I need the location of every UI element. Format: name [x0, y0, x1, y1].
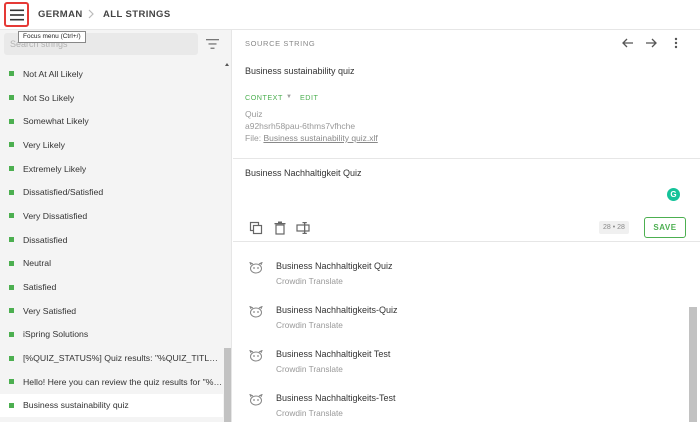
list-item[interactable]: Very Dissatisfied	[0, 204, 223, 228]
list-item[interactable]: Not At All Likely	[0, 62, 223, 86]
list-item[interactable]: Hello! Here you can review the quiz resu…	[0, 370, 223, 394]
context-toggle[interactable]: CONTEXT	[245, 93, 283, 102]
crowdin-translate-icon	[249, 350, 263, 362]
translated-status-icon	[9, 402, 14, 408]
list-item[interactable]: Dissatisfied	[0, 228, 223, 252]
translated-status-icon	[9, 189, 14, 195]
translated-status-icon	[9, 284, 14, 290]
translated-status-icon	[9, 379, 14, 385]
focus-menu-tooltip: Focus menu (Ctrl+/)	[18, 31, 86, 43]
crowdin-translate-icon	[249, 262, 263, 274]
translated-status-icon	[9, 237, 14, 243]
translated-status-icon	[9, 213, 14, 219]
file-info: File: Business sustainability quiz.xlf	[245, 133, 378, 143]
list-item-label: [%QUIZ_STATUS%] Quiz results: "%QUIZ_TIT…	[23, 353, 223, 364]
context-name: Quiz	[245, 109, 263, 119]
list-item-label: Not So Likely	[23, 92, 75, 103]
list-item-label: Satisfied	[23, 282, 57, 293]
translated-status-icon	[9, 71, 14, 77]
suggestion-text: Business Nachhaltigkeits-Test	[276, 393, 396, 403]
list-item-label: Dissatisfied/Satisfied	[23, 187, 104, 198]
list-item-label: Dissatisfied	[23, 234, 68, 245]
translation-suggestions: Business Nachhaltigkeit Quiz Crowdin Tra…	[233, 243, 700, 422]
list-item-label: Very Dissatisfied	[23, 210, 88, 221]
list-item[interactable]: Very Likely	[0, 133, 223, 157]
translated-status-icon	[9, 166, 14, 172]
breadcrumb-all-strings[interactable]: ALL STRINGS	[103, 9, 171, 20]
more-options-icon[interactable]	[669, 36, 683, 50]
list-item-label: Business sustainability quiz	[23, 400, 129, 411]
source-string-text: Business sustainability quiz	[245, 66, 355, 76]
suggestion-source: Crowdin Translate	[276, 320, 343, 330]
strings-list: Not At All Likely Not So Likely Somewhat…	[0, 62, 223, 418]
suggestion-item[interactable]: Business Nachhaltigkeits-Test Crowdin Tr…	[233, 384, 685, 422]
context-id: a92hsrh58pau-6thms7vfhche	[245, 121, 356, 131]
suggestion-text: Business Nachhaltigkeits-Quiz	[276, 305, 398, 315]
scroll-up-arrow-icon[interactable]	[225, 63, 229, 66]
suggestion-item[interactable]: Business Nachhaltigkeit Test Crowdin Tra…	[233, 340, 685, 384]
translation-input-text[interactable]: Business Nachhaltigkeit Quiz	[245, 168, 362, 178]
list-item[interactable]: iSpring Solutions	[0, 323, 223, 347]
translated-status-icon	[9, 331, 14, 337]
list-item-label: Extremely Likely	[23, 163, 87, 174]
list-item[interactable]: Satisfied	[0, 275, 223, 299]
suggestions-scrollbar-thumb[interactable]	[689, 307, 697, 422]
filter-icon[interactable]	[206, 38, 219, 50]
grammarly-icon[interactable]: G	[667, 188, 680, 201]
list-item[interactable]: Extremely Likely	[0, 157, 223, 181]
trash-icon[interactable]	[273, 221, 287, 235]
list-item[interactable]: Neutral	[0, 252, 223, 276]
suggestion-source: Crowdin Translate	[276, 364, 343, 374]
breadcrumb-language[interactable]: GERMAN	[38, 9, 83, 20]
suggestion-source: Crowdin Translate	[276, 408, 343, 418]
list-item[interactable]: Very Satisfied	[0, 299, 223, 323]
list-item-label: Hello! Here you can review the quiz resu…	[23, 376, 223, 387]
chevron-right-icon	[88, 9, 94, 19]
source-string-panel: SOURCE STRING Business sustainability qu…	[233, 30, 700, 159]
list-item-label: Neutral	[23, 258, 52, 269]
list-item-label: Somewhat Likely	[23, 116, 89, 127]
suggestion-text: Business Nachhaltigkeit Quiz	[276, 261, 393, 271]
translated-status-icon	[9, 308, 14, 314]
list-item-label: iSpring Solutions	[23, 329, 89, 340]
list-item[interactable]: [%QUIZ_STATUS%] Quiz results: "%QUIZ_TIT…	[0, 346, 223, 370]
sidebar-scrollbar-thumb[interactable]	[224, 348, 231, 422]
crowdin-translate-icon	[249, 306, 263, 318]
list-item[interactable]: Not So Likely	[0, 86, 223, 110]
caret-down-icon[interactable]: ▼	[286, 94, 292, 100]
top-bar: GERMAN ALL STRINGS	[0, 0, 700, 30]
translated-status-icon	[9, 95, 14, 101]
arrow-left-icon[interactable]	[621, 36, 635, 50]
list-item-active[interactable]: Business sustainability quiz	[0, 393, 223, 418]
menu-icon	[9, 9, 24, 20]
translation-editor[interactable]: Business Nachhaltigkeit Quiz G 28 • 28 S…	[233, 160, 700, 242]
list-item[interactable]: Somewhat Likely	[0, 109, 223, 133]
source-string-heading: SOURCE STRING	[245, 39, 316, 48]
list-item-label: Not At All Likely	[23, 68, 83, 79]
suggestion-item[interactable]: Business Nachhaltigkeits-Quiz Crowdin Tr…	[233, 296, 685, 340]
crowdin-translate-icon	[249, 394, 263, 406]
file-link[interactable]: Business sustainability quiz.xlf	[263, 133, 377, 143]
suggestion-text: Business Nachhaltigkeit Test	[276, 349, 391, 359]
suggestion-item[interactable]: Business Nachhaltigkeit Quiz Crowdin Tra…	[233, 252, 685, 296]
suggestion-source: Crowdin Translate	[276, 276, 343, 286]
translated-status-icon	[9, 142, 14, 148]
file-label: File:	[245, 133, 262, 143]
arrow-right-icon[interactable]	[644, 36, 658, 50]
copy-source-icon[interactable]	[249, 221, 263, 235]
edit-context-link[interactable]: EDIT	[300, 93, 318, 102]
list-item-label: Very Satisfied	[23, 305, 77, 316]
list-item-label: Very Likely	[23, 139, 66, 150]
translated-status-icon	[9, 118, 14, 124]
translated-status-icon	[9, 355, 14, 361]
save-button[interactable]: SAVE	[644, 217, 686, 238]
translated-status-icon	[9, 260, 14, 266]
hamburger-menu-button[interactable]	[4, 2, 29, 27]
list-item[interactable]: Dissatisfied/Satisfied	[0, 180, 223, 204]
split-text-icon[interactable]	[296, 221, 310, 235]
strings-sidebar: Not At All Likely Not So Likely Somewhat…	[0, 30, 232, 422]
character-counter: 28 • 28	[599, 221, 629, 234]
